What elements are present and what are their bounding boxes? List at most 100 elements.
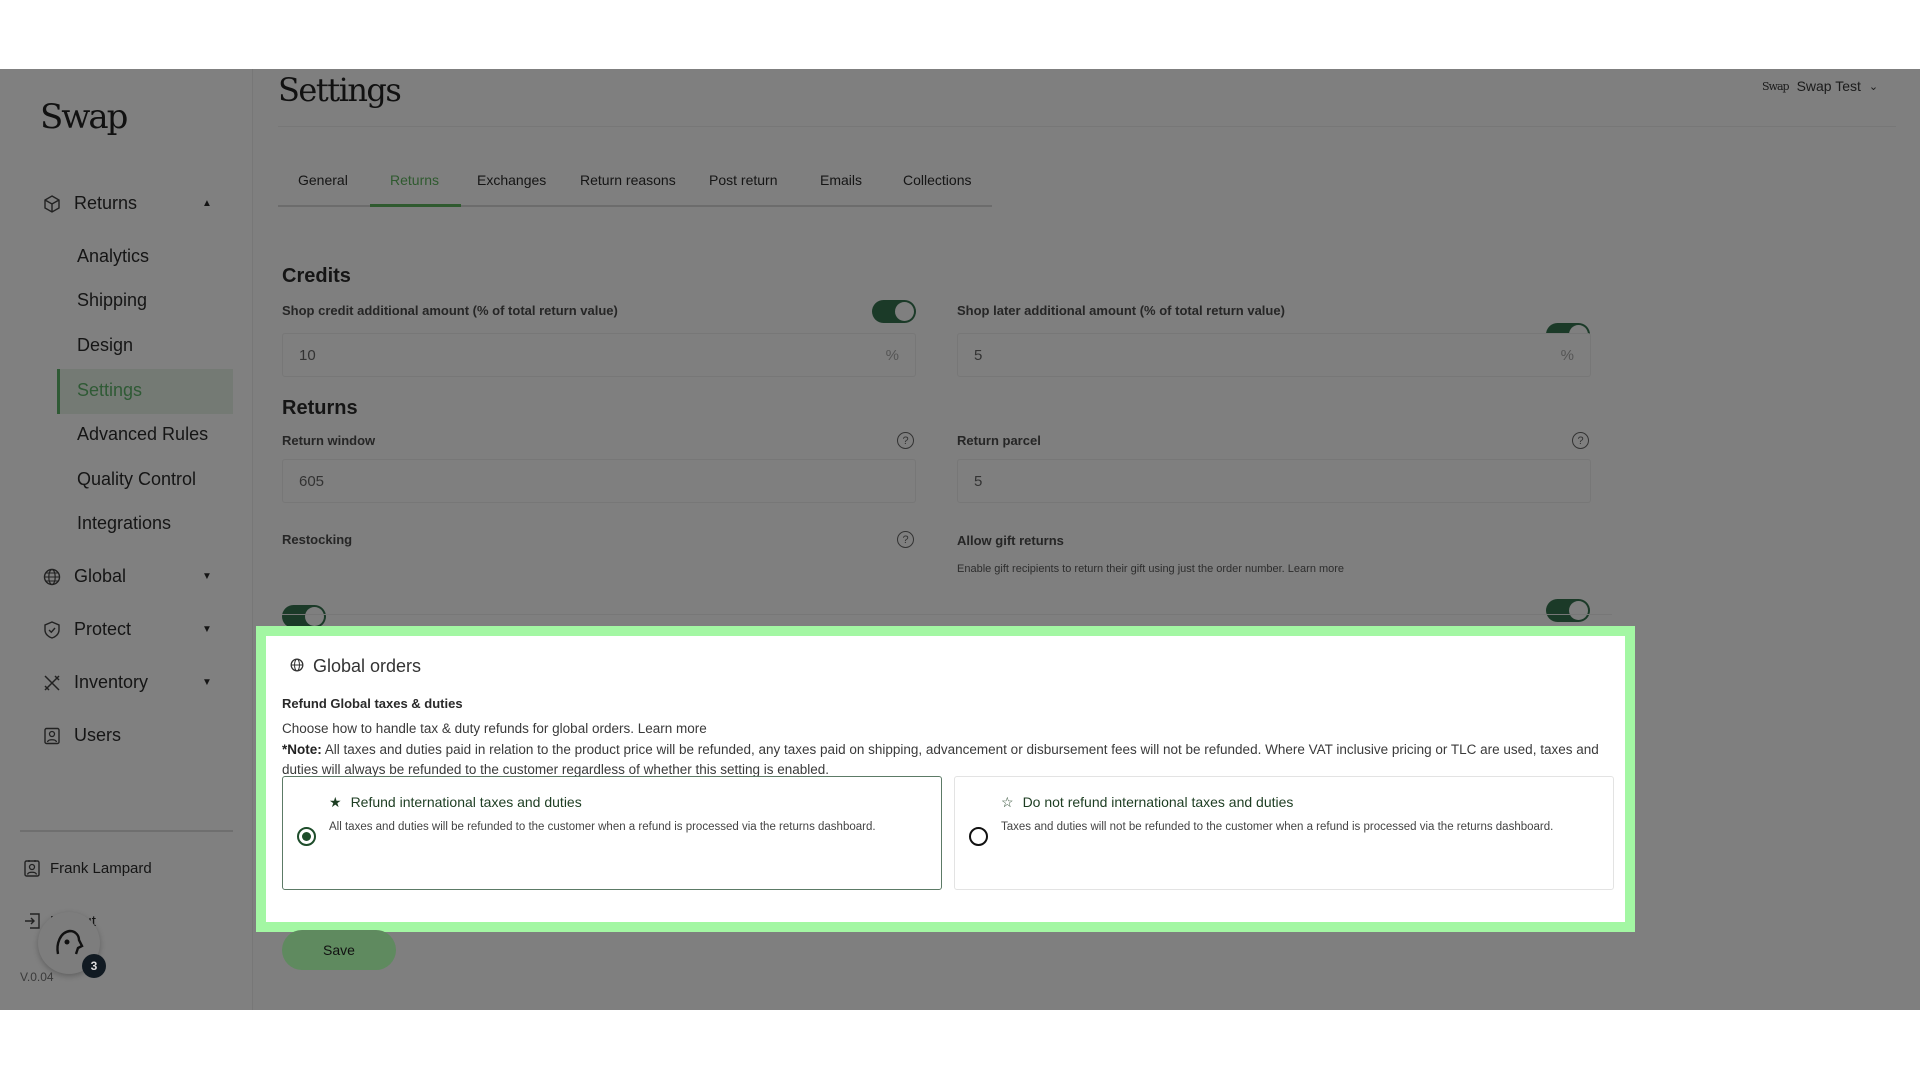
- tab-post-return[interactable]: Post return: [709, 172, 777, 188]
- support-avatar[interactable]: 3: [38, 912, 106, 978]
- sidebar-item-quality-control[interactable]: Quality Control: [77, 469, 196, 490]
- sidebar-item-protect[interactable]: Protect ▼: [42, 619, 212, 640]
- store-switcher[interactable]: Swap Swap Test ⌄: [1762, 78, 1878, 94]
- sidebar-item-returns[interactable]: Returns ▲: [42, 193, 212, 214]
- radio-unselected[interactable]: [969, 827, 988, 846]
- help-text: Enable gift recipients to return their g…: [957, 563, 1285, 575]
- learn-more-link[interactable]: Learn more: [638, 721, 707, 736]
- sidebar-item-design[interactable]: Design: [77, 335, 133, 356]
- shop-credit-toggle[interactable]: [872, 300, 916, 323]
- box-icon: [42, 194, 62, 214]
- tab-returns[interactable]: Returns: [390, 172, 439, 188]
- sidebar-item-shipping[interactable]: Shipping: [77, 290, 147, 311]
- page-title: Settings: [278, 71, 402, 109]
- option-text: Taxes and duties will not be refunded to…: [1001, 821, 1554, 833]
- input-value: 5: [974, 472, 983, 490]
- credits-heading: Credits: [282, 265, 351, 287]
- learn-more-link[interactable]: Learn more: [1288, 563, 1344, 575]
- sidebar-item-global[interactable]: Global ▼: [42, 566, 212, 587]
- shield-icon: [42, 620, 62, 640]
- chevron-up-icon[interactable]: ▲: [202, 198, 212, 209]
- percent-unit: %: [1560, 346, 1574, 364]
- chevron-down-icon: ⌄: [1868, 80, 1879, 93]
- note-label: *Note:: [282, 741, 322, 757]
- chevron-down-icon[interactable]: ▼: [202, 571, 212, 582]
- global-orders-section: Global orders Refund Global taxes & duti…: [256, 626, 1635, 932]
- help-icon[interactable]: ?: [1572, 432, 1589, 449]
- user-profile[interactable]: Frank Lampard: [22, 858, 152, 878]
- sidebar-divider: [20, 830, 233, 832]
- star-filled-icon: ★: [329, 794, 342, 810]
- shop-credit-input[interactable]: 10%: [282, 333, 916, 377]
- sidebar-item-inventory[interactable]: Inventory ▼: [42, 672, 212, 693]
- refund-subtitle: Refund Global taxes & duties: [282, 696, 463, 711]
- refund-description: Choose how to handle tax & duty refunds …: [282, 719, 1622, 781]
- tab-exchanges[interactable]: Exchanges: [477, 172, 546, 188]
- section-title: Global orders: [313, 656, 422, 676]
- globe-icon: [290, 656, 304, 677]
- option-text: All taxes and duties will be refunded to…: [329, 821, 876, 833]
- swap-logo: Swap: [40, 97, 128, 137]
- version-label: V.0.04: [20, 970, 54, 984]
- percent-unit: %: [885, 346, 899, 364]
- sidebar-item-label: Users: [74, 725, 122, 745]
- option-title: ★ Refund international taxes and duties: [329, 794, 582, 811]
- sidebar-item-integrations[interactable]: Integrations: [77, 513, 171, 534]
- sidebar-item-settings[interactable]: Settings: [77, 380, 142, 401]
- user-icon: [42, 726, 62, 746]
- section-divider: [282, 614, 1612, 615]
- sidebar-item-users[interactable]: Users: [42, 725, 121, 746]
- header-divider: [278, 126, 1896, 127]
- help-icon[interactable]: ?: [897, 531, 914, 548]
- sidebar: Swap Returns ▲ Analytics Shipping Design…: [0, 69, 253, 1010]
- shop-credit-label: Shop credit additional amount (% of tota…: [282, 303, 618, 318]
- store-name: Swap Test: [1796, 78, 1861, 94]
- sidebar-item-label: Protect: [74, 619, 132, 639]
- restocking-label: Restocking: [282, 532, 353, 547]
- logout-icon: [22, 911, 42, 931]
- option-title-text: Do not refund international taxes and du…: [1022, 794, 1294, 810]
- tools-icon: [42, 673, 62, 693]
- input-value: 10: [299, 346, 316, 364]
- sidebar-item-analytics[interactable]: Analytics: [77, 246, 149, 267]
- tab-collections[interactable]: Collections: [903, 172, 971, 188]
- shop-later-label: Shop later additional amount (% of total…: [957, 303, 1285, 318]
- return-window-label: Return window: [282, 433, 376, 448]
- input-value: 5: [974, 346, 983, 364]
- shop-later-input[interactable]: 5%: [957, 333, 1591, 377]
- active-tab-indicator: [370, 204, 461, 207]
- restocking-toggle[interactable]: [282, 605, 326, 628]
- sidebar-item-label: Global: [74, 566, 127, 586]
- option-refund[interactable]: ★ Refund international taxes and duties A…: [282, 776, 942, 890]
- notification-badge: 3: [82, 954, 106, 978]
- description-text: Choose how to handle tax & duty refunds …: [282, 721, 634, 736]
- tab-general[interactable]: General: [298, 172, 348, 188]
- radio-selected[interactable]: [297, 827, 316, 846]
- app: Swap Returns ▲ Analytics Shipping Design…: [0, 69, 1920, 1010]
- gift-returns-help: Enable gift recipients to return their g…: [957, 563, 1344, 575]
- global-orders-header: Global orders: [290, 656, 421, 677]
- tab-return-reasons[interactable]: Return reasons: [580, 172, 676, 188]
- sidebar-item-label: Inventory: [74, 672, 149, 692]
- star-outline-icon: ☆: [1001, 794, 1014, 810]
- tab-emails[interactable]: Emails: [820, 172, 862, 188]
- note-text: All taxes and duties paid in relation to…: [282, 741, 1599, 778]
- gift-returns-toggle[interactable]: [1546, 599, 1590, 622]
- chevron-down-icon[interactable]: ▼: [202, 677, 212, 688]
- return-parcel-label: Return parcel: [957, 433, 1041, 448]
- save-button[interactable]: Save: [282, 930, 396, 970]
- option-title: ☆ Do not refund international taxes and d…: [1001, 794, 1293, 811]
- return-window-input[interactable]: 605: [282, 459, 916, 503]
- help-icon[interactable]: ?: [897, 432, 914, 449]
- sidebar-item-advanced-rules[interactable]: Advanced Rules: [77, 424, 208, 445]
- option-title-text: Refund international taxes and duties: [350, 794, 582, 810]
- globe-icon: [42, 567, 62, 587]
- sidebar-item-label: Returns: [74, 193, 138, 213]
- input-value: 605: [299, 472, 325, 490]
- face-icon: [56, 929, 84, 955]
- return-parcel-input[interactable]: 5: [957, 459, 1591, 503]
- store-logo: Swap: [1762, 79, 1790, 93]
- option-no-refund[interactable]: ☆ Do not refund international taxes and d…: [954, 776, 1614, 890]
- chevron-down-icon[interactable]: ▼: [202, 624, 212, 635]
- main-content: Settings Swap Swap Test ⌄ General Return…: [0, 69, 1920, 970]
